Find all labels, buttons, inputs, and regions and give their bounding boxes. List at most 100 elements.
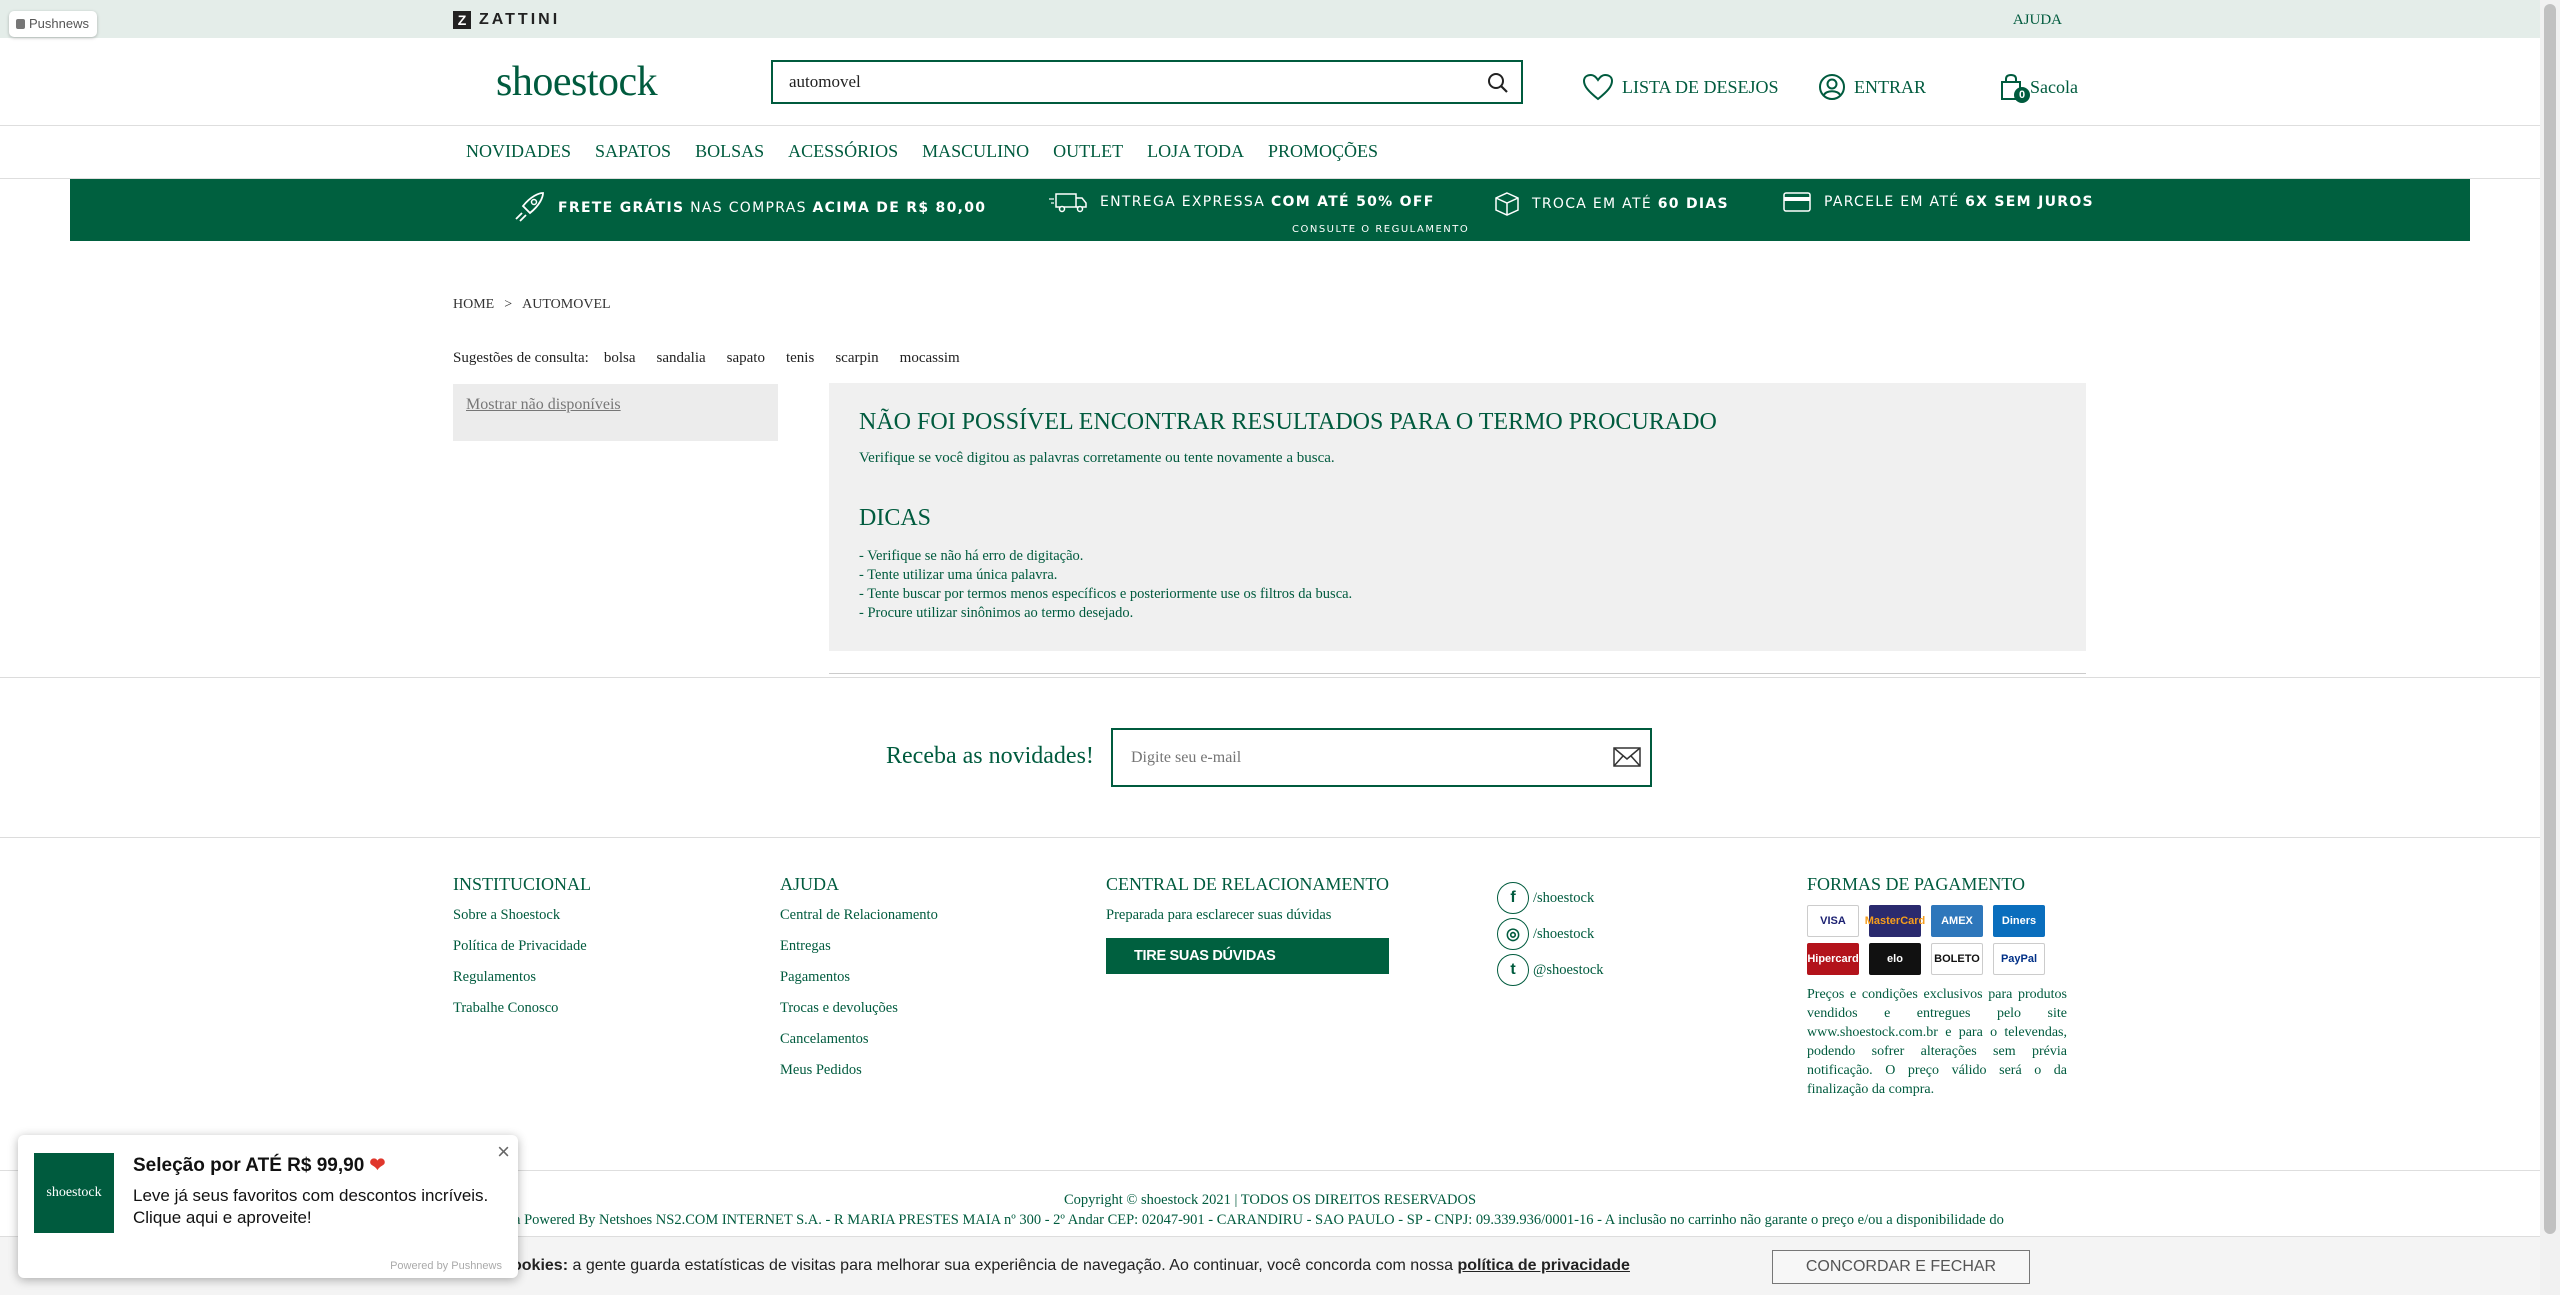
zattini-logo-link[interactable]: Z ZATTINI: [453, 10, 560, 30]
search-icon: [1488, 73, 1508, 93]
promo-exchange: TROCA EM ATÉ 60 DIAS: [1494, 191, 1729, 217]
bag-link[interactable]: 0 Sacola: [2000, 73, 2078, 103]
tips-list: - Verifique se não há erro de digitação.…: [859, 547, 1352, 623]
shoestock-logo[interactable]: shoestock: [496, 58, 658, 106]
promo-free-shipping-value: ACIMA DE R$ 80,00: [812, 200, 987, 216]
filter-sidebar: Mostrar não disponíveis: [453, 384, 778, 441]
no-results-title: NÃO FOI POSSÍVEL ENCONTRAR RESULTADOS PA…: [859, 409, 1717, 435]
footer-payment: FORMAS DE PAGAMENTO VISA MasterCard AMEX Di…: [1807, 874, 2067, 1099]
social-instagram-link[interactable]: ◎ /shoestock: [1497, 918, 1604, 950]
footer-link-cancellations[interactable]: Cancelamentos: [780, 1031, 938, 1048]
push-close-button[interactable]: ×: [497, 1139, 510, 1165]
footer-link-careers[interactable]: Trabalhe Conosco: [453, 1000, 591, 1017]
footer-link-regulations[interactable]: Regulamentos: [453, 969, 591, 986]
nav-item-bolsas[interactable]: BOLSAS: [695, 141, 764, 162]
cookie-accept-button[interactable]: CONCORDAR E FECHAR: [1772, 1250, 2030, 1284]
push-title: Seleção por ATÉ R$ 99,90 ❤: [133, 1154, 385, 1177]
page-scrollbar[interactable]: [2540, 0, 2560, 1295]
suggestion-tenis[interactable]: tenis: [786, 350, 814, 367]
payment-cards: VISA MasterCard AMEX Diners Hipercard elo BOLE…: [1807, 905, 2067, 975]
breadcrumb: HOME > AUTOMOVEL: [453, 297, 611, 313]
promo-regulation-link[interactable]: CONSULTE O REGULAMENTO: [1292, 224, 1469, 235]
payment-card-amex: AMEX: [1931, 905, 1983, 937]
cookie-text: ookies: a gente guarda estatísticas de v…: [512, 1257, 1630, 1275]
search-input[interactable]: [773, 62, 1453, 102]
search-button[interactable]: [1485, 70, 1511, 96]
footer-link-about[interactable]: Sobre a Shoestock: [453, 907, 591, 924]
suggestion-sandalia[interactable]: sandalia: [657, 350, 706, 367]
payment-card-diners: Diners: [1993, 905, 2045, 937]
suggestion-sapato[interactable]: sapato: [727, 350, 765, 367]
twitter-handle: @shoestock: [1533, 961, 1604, 978]
payment-card-hipercard: Hipercard: [1807, 943, 1859, 975]
payment-card-boleto: BOLETO: [1931, 943, 1983, 975]
user-icon: [1819, 74, 1845, 100]
payment-card-visa: VISA: [1807, 905, 1859, 937]
footer-link-relationship-center[interactable]: Central de Relacionamento: [780, 907, 938, 924]
promo-banner[interactable]: FRETE GRÁTIS NAS COMPRAS ACIMA DE R$ 80,…: [70, 179, 2470, 241]
login-link[interactable]: ENTRAR: [1818, 73, 1926, 101]
help-link[interactable]: AJUDA: [2013, 12, 2062, 29]
footer-help-title: AJUDA: [780, 874, 840, 894]
footer-link-returns[interactable]: Trocas e devoluções: [780, 1000, 938, 1017]
footer-link-my-orders[interactable]: Meus Pedidos: [780, 1062, 938, 1079]
scrollbar-thumb[interactable]: [2544, 4, 2556, 1234]
truck-icon: [1049, 193, 1087, 213]
nav-item-outlet[interactable]: OUTLET: [1053, 141, 1123, 162]
footer-social: f /shoestock ◎ /shoestock t @shoestock: [1497, 882, 1604, 990]
payment-card-paypal: PayPal: [1993, 943, 2045, 975]
footer-link-privacy[interactable]: Política de Privacidade: [453, 938, 591, 955]
suggestion-mocassim[interactable]: mocassim: [900, 350, 960, 367]
promo-installments-bold: 6X SEM JUROS: [1965, 194, 2094, 210]
bag-count-badge: 0: [2014, 87, 2030, 103]
promo-exchange-bold: 60 DIAS: [1657, 196, 1729, 212]
cookie-privacy-link[interactable]: política de privacidade: [1457, 1257, 1630, 1274]
tip-item: - Verifique se não há erro de digitação.: [859, 548, 1084, 564]
rocket-icon: [515, 192, 544, 222]
newsletter-submit-button[interactable]: [1612, 746, 1642, 773]
social-twitter-link[interactable]: t @shoestock: [1497, 954, 1604, 986]
promo-exchange-text: TROCA EM ATÉ: [1532, 196, 1652, 212]
promo-express-bold: COM ATÉ 50% OFF: [1270, 194, 1435, 210]
tip-item: - Tente buscar por termos menos específi…: [859, 586, 1353, 602]
nav-item-promocoes[interactable]: PROMOÇÕES: [1268, 141, 1378, 162]
ask-questions-button[interactable]: TIRE SUAS DÚVIDAS: [1106, 938, 1389, 974]
push-body: Leve já seus favoritos com descontos inc…: [133, 1186, 489, 1227]
push-notification[interactable]: shoestock Seleção por ATÉ R$ 99,90 ❤ Lev…: [18, 1135, 518, 1278]
wishlist-link[interactable]: LISTA DE DESEJOS: [1582, 73, 1779, 101]
footer-help: AJUDA Central de Relacionamento Entregas…: [780, 874, 938, 1093]
bag-label: Sacola: [2030, 76, 2078, 97]
nav-item-acessorios[interactable]: ACESSÓRIOS: [788, 141, 898, 162]
newsletter-email-input[interactable]: [1113, 730, 1583, 785]
envelope-icon: [1613, 747, 1641, 767]
suggestion-scarpin[interactable]: scarpin: [835, 350, 878, 367]
breadcrumb-home[interactable]: HOME: [453, 297, 494, 313]
promo-express-text: ENTREGA EXPRESSA: [1100, 194, 1266, 210]
newsletter-box: [1111, 728, 1652, 787]
box-icon: [1495, 192, 1519, 216]
content-divider: [829, 673, 2086, 674]
promo-installments: PARCELE EM ATÉ 6X SEM JUROS: [1782, 191, 2094, 213]
social-facebook-link[interactable]: f /shoestock: [1497, 882, 1604, 914]
site-header: shoestock LISTA DE DESEJOS ENTRAR 0 Saco…: [0, 38, 2540, 126]
nav-item-loja-toda[interactable]: LOJA TODA: [1147, 141, 1244, 162]
nav-item-novidades[interactable]: NOVIDADES: [466, 141, 571, 162]
pushnews-tag[interactable]: Pushnews: [9, 11, 97, 37]
breadcrumb-current: AUTOMOVEL: [522, 297, 611, 312]
instagram-handle: /shoestock: [1533, 925, 1595, 942]
cookie-message: a gente guarda estatísticas de visitas p…: [572, 1257, 1453, 1274]
credit-card-icon: [1783, 192, 1811, 212]
footer-institutional-title: INSTITUCIONAL: [453, 874, 591, 894]
nav-item-masculino[interactable]: MASCULINO: [922, 141, 1029, 162]
facebook-icon: f: [1497, 882, 1529, 914]
footer-link-deliveries[interactable]: Entregas: [780, 938, 938, 955]
nav-item-sapatos[interactable]: SAPATOS: [595, 141, 671, 162]
no-results-subtitle: Verifique se você digitou as palavras co…: [859, 450, 1335, 466]
suggestion-bolsa[interactable]: bolsa: [604, 350, 636, 367]
zattini-mark-icon: Z: [453, 11, 471, 29]
footer-link-payments[interactable]: Pagamentos: [780, 969, 938, 986]
tip-item: - Procure utilizar sinônimos ao termo de…: [859, 605, 1134, 621]
show-unavailable-link[interactable]: Mostrar não disponíveis: [466, 396, 621, 414]
heart-icon: [1582, 73, 1614, 101]
footer-relationship: CENTRAL DE RELACIONAMENTO Preparada para…: [1106, 874, 1389, 988]
